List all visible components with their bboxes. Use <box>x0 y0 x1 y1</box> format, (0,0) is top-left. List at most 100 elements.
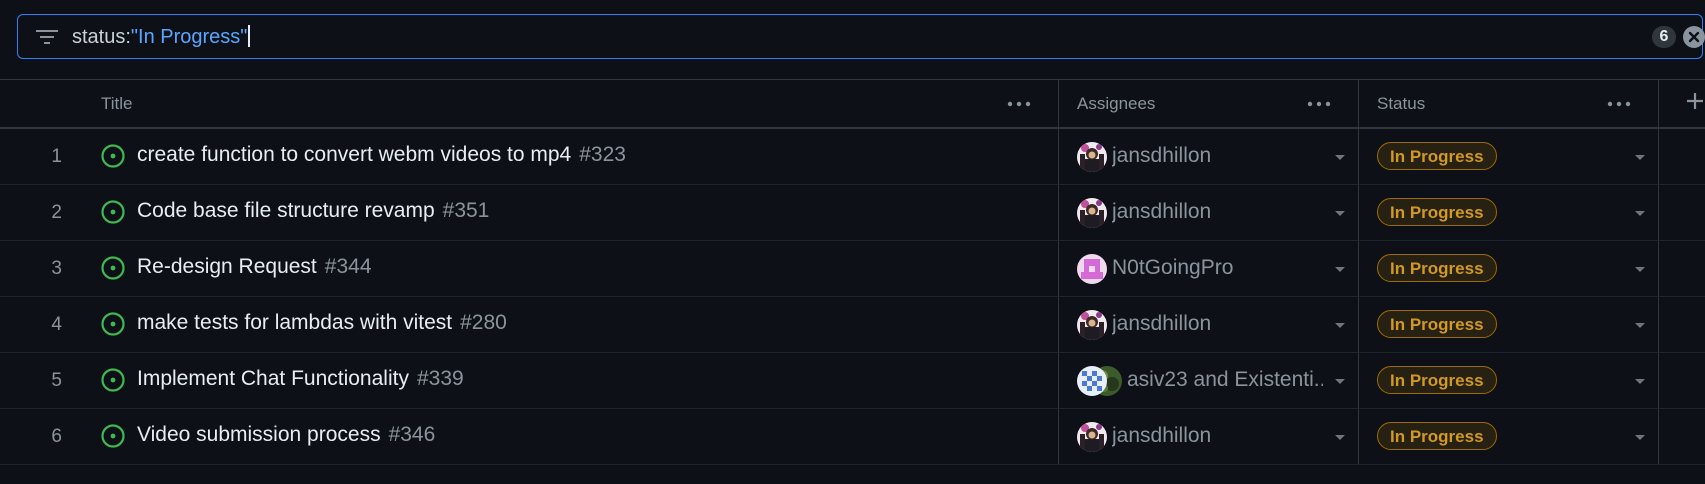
chevron-down-icon[interactable] <box>1334 378 1346 386</box>
table-row[interactable]: 3 Re-design Request #344 N0tGoingPro In P… <box>0 241 1705 297</box>
issue-title: Video submission process <box>137 423 381 446</box>
issue-number: #351 <box>442 199 490 222</box>
column-divider <box>1058 129 1059 184</box>
column-divider <box>1658 353 1659 408</box>
column-divider <box>1058 241 1059 296</box>
issue-number: #344 <box>324 255 372 278</box>
status-badge[interactable]: In Progress <box>1377 198 1497 226</box>
column-divider <box>1358 129 1359 184</box>
avatar[interactable] <box>1077 254 1107 284</box>
close-icon <box>1688 31 1700 43</box>
chevron-down-icon[interactable] <box>1334 322 1346 330</box>
open-issue-icon <box>101 312 125 336</box>
status-badge[interactable]: In Progress <box>1377 254 1497 282</box>
column-header-title[interactable]: Title <box>101 80 133 128</box>
chevron-down-icon[interactable] <box>1334 266 1346 274</box>
status-badge[interactable]: In Progress <box>1377 142 1497 170</box>
issue-title: create function to convert webm videos t… <box>137 143 572 166</box>
issue-number: #323 <box>579 143 626 166</box>
filter-bar[interactable]: status:"In Progress" 6 <box>17 14 1705 59</box>
assignee-name[interactable]: N0tGoingPro <box>1112 256 1312 280</box>
open-issue-icon <box>101 424 125 448</box>
column-divider <box>1358 353 1359 408</box>
table-row[interactable]: 6 Video submission process #346 jansdhill… <box>0 409 1705 465</box>
status-badge[interactable]: In Progress <box>1377 422 1497 450</box>
assignee-name[interactable]: jansdhillon <box>1112 312 1312 336</box>
chevron-down-icon[interactable] <box>1334 154 1346 162</box>
chevron-down-icon[interactable] <box>1634 322 1646 330</box>
column-divider <box>1058 409 1059 464</box>
column-divider <box>1658 241 1659 296</box>
column-divider <box>1358 297 1359 352</box>
column-menu-icon[interactable] <box>1006 95 1032 113</box>
open-issue-icon <box>101 256 125 280</box>
table-row[interactable]: 2 Code base file structure revamp #351 ja… <box>0 185 1705 241</box>
avatar[interactable] <box>1077 310 1107 340</box>
avatar[interactable] <box>1077 422 1107 452</box>
assignee-name[interactable]: jansdhillon <box>1112 144 1312 168</box>
table-row[interactable]: 5 Implement Chat Functionality #339 asiv2… <box>0 353 1705 409</box>
open-issue-icon <box>101 144 125 168</box>
column-divider[interactable] <box>1058 80 1059 128</box>
avatar[interactable] <box>1077 198 1107 228</box>
column-divider <box>1658 185 1659 240</box>
row-number: 4 <box>51 314 62 335</box>
issue-title-link[interactable]: make tests for lambdas with vitest #280 <box>137 311 507 335</box>
column-divider[interactable] <box>1658 80 1659 128</box>
open-issue-icon <box>101 368 125 392</box>
column-divider <box>1058 185 1059 240</box>
chevron-down-icon[interactable] <box>1634 378 1646 386</box>
row-number: 3 <box>51 258 62 279</box>
issue-title-link[interactable]: Video submission process #346 <box>137 423 435 447</box>
issue-number: #280 <box>460 311 507 334</box>
issue-number: #346 <box>388 423 436 446</box>
column-menu-icon[interactable] <box>1306 95 1332 113</box>
issue-title-link[interactable]: create function to convert webm videos t… <box>137 143 626 167</box>
issue-title: make tests for lambdas with vitest <box>137 311 453 334</box>
avatar[interactable] <box>1077 366 1107 396</box>
column-divider <box>1658 409 1659 464</box>
issue-title: Re-design Request <box>137 255 317 278</box>
filter-icon <box>36 30 58 44</box>
avatar[interactable] <box>1077 142 1107 172</box>
column-divider <box>1658 297 1659 352</box>
issue-number: #339 <box>416 367 464 390</box>
filter-input[interactable]: status:"In Progress" <box>72 25 251 49</box>
assignee-name[interactable]: jansdhillon <box>1112 200 1312 224</box>
issue-title-link[interactable]: Code base file structure revamp #351 <box>137 199 489 223</box>
assignee-name[interactable]: jansdhillon <box>1112 424 1312 448</box>
issue-title: Code base file structure revamp <box>137 199 435 222</box>
filter-key: status: <box>72 26 131 48</box>
row-number: 5 <box>51 370 62 391</box>
column-divider <box>1358 241 1359 296</box>
filter-value: "In Progress" <box>130 26 248 48</box>
chevron-down-icon[interactable] <box>1634 266 1646 274</box>
column-divider <box>1358 409 1359 464</box>
result-count-badge: 6 <box>1652 26 1676 48</box>
column-divider <box>1058 353 1059 408</box>
chevron-down-icon[interactable] <box>1334 210 1346 218</box>
add-field-icon[interactable] <box>1685 91 1705 111</box>
issue-title-link[interactable]: Re-design Request #344 <box>137 255 372 279</box>
clear-filter-button[interactable] <box>1683 26 1705 48</box>
column-header-assignees[interactable]: Assignees <box>1077 80 1155 128</box>
row-number: 6 <box>51 426 62 447</box>
assignee-name[interactable]: asiv23 and Existenti... <box>1127 368 1323 392</box>
open-issue-icon <box>101 200 125 224</box>
table-row[interactable]: 4 make tests for lambdas with vitest #280… <box>0 297 1705 353</box>
table-row[interactable]: 1 create function to convert webm videos… <box>0 129 1705 185</box>
status-badge[interactable]: In Progress <box>1377 366 1497 394</box>
chevron-down-icon[interactable] <box>1634 210 1646 218</box>
issue-title-link[interactable]: Implement Chat Functionality #339 <box>137 367 464 391</box>
column-header-status[interactable]: Status <box>1377 80 1425 128</box>
chevron-down-icon[interactable] <box>1634 434 1646 442</box>
status-badge[interactable]: In Progress <box>1377 310 1497 338</box>
chevron-down-icon[interactable] <box>1634 154 1646 162</box>
chevron-down-icon[interactable] <box>1334 434 1346 442</box>
column-divider <box>1658 129 1659 184</box>
column-divider <box>1358 185 1359 240</box>
row-number: 2 <box>51 202 62 223</box>
issue-title: Implement Chat Functionality <box>137 367 409 390</box>
column-menu-icon[interactable] <box>1606 95 1632 113</box>
column-divider[interactable] <box>1358 80 1359 128</box>
